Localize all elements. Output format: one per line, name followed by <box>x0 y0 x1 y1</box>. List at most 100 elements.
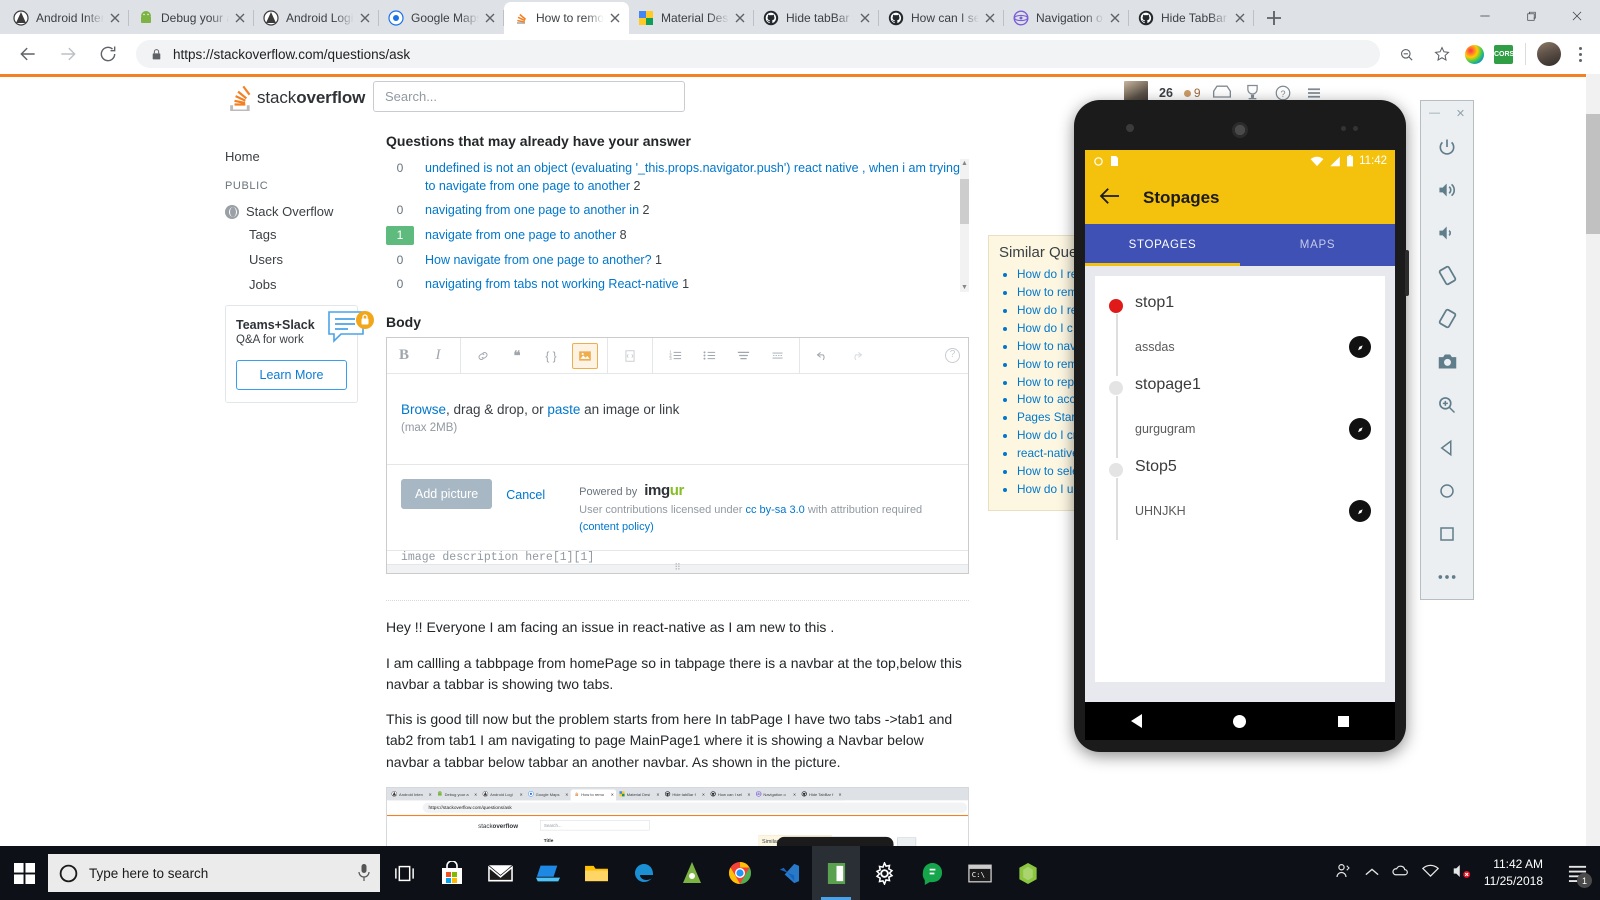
scroll-down-arrow[interactable]: ▼ <box>960 283 969 292</box>
device-screen[interactable]: 11:42 Stopages STOPAGES MAPS stop1 <box>1085 150 1395 702</box>
heading-icon[interactable] <box>730 343 756 369</box>
duplicate-question-link[interactable]: undefined is not an object (evaluating '… <box>425 159 969 195</box>
paste-link[interactable]: paste <box>547 402 580 417</box>
color-picker-extension-icon[interactable] <box>1465 45 1484 64</box>
overview-icon[interactable] <box>1420 512 1474 555</box>
tab-maps[interactable]: MAPS <box>1240 224 1395 266</box>
learn-more-button[interactable]: Learn More <box>236 360 347 390</box>
close-window-button[interactable] <box>1554 0 1600 32</box>
back-triangle-icon[interactable] <box>1131 714 1142 728</box>
network-icon[interactable] <box>1422 864 1439 883</box>
search-input[interactable]: Type here to search <box>48 854 380 892</box>
add-picture-button[interactable]: Add picture <box>401 479 492 509</box>
volume-up-icon[interactable] <box>1420 168 1474 211</box>
stackoverflow-logo[interactable]: stackoverflow <box>229 85 365 111</box>
browser-tab[interactable]: Android Inten <box>4 2 129 34</box>
rotate-left-icon[interactable] <box>1420 254 1474 297</box>
sidebar-item-stackoverflow[interactable]: Stack Overflow <box>225 196 375 219</box>
blockquote-icon[interactable]: ❝ <box>504 343 530 369</box>
duplicate-question-row[interactable]: 0How navigate from one page to another? … <box>386 251 969 269</box>
address-bar[interactable]: https://stackoverflow.com/questions/ask <box>136 40 1380 68</box>
license-link[interactable]: cc by-sa 3.0 <box>745 504 804 516</box>
new-tab-button[interactable] <box>1260 4 1288 32</box>
android-studio-icon[interactable] <box>668 846 716 900</box>
volume-down-icon[interactable] <box>1420 211 1474 254</box>
edge-icon[interactable] <box>620 846 668 900</box>
browser-tab[interactable]: How to remo <box>504 2 629 34</box>
browser-tab[interactable]: Android Logi <box>254 2 379 34</box>
scroll-up-arrow[interactable]: ▲ <box>960 159 969 168</box>
sidebar-item-jobs[interactable]: Jobs <box>225 269 375 294</box>
close-tab-button[interactable] <box>857 10 873 26</box>
screenshot-camera-icon[interactable] <box>1420 340 1474 383</box>
settings-icon[interactable] <box>860 846 908 900</box>
close-tab-button[interactable] <box>1107 10 1123 26</box>
stop-item[interactable]: stop1 assdas <box>1109 294 1371 376</box>
duplicate-question-link[interactable]: navigating from one page to another in 2 <box>425 201 969 219</box>
browser-tab[interactable]: Material Desi <box>629 2 754 34</box>
stop-item[interactable]: Stop5 UHNJKH <box>1109 458 1371 540</box>
bookmark-star-icon[interactable] <box>1429 41 1455 67</box>
duplicate-question-row[interactable]: 0navigating from one page to another in … <box>386 201 969 219</box>
image-dropzone[interactable]: Browse, drag & drop, or paste an image o… <box>387 374 968 464</box>
remote-desktop-icon[interactable] <box>524 846 572 900</box>
bold-icon[interactable]: B <box>391 343 417 369</box>
browser-tab[interactable]: Google Maps <box>379 2 504 34</box>
close-tab-button[interactable] <box>232 10 248 26</box>
search-input[interactable]: Search... <box>373 81 685 112</box>
preview-screenshot-image[interactable]: Android Inten✕Debug your a✕Android Logi✕… <box>386 787 969 846</box>
close-tab-button[interactable] <box>732 10 748 26</box>
editor-resize-handle[interactable] <box>387 564 968 573</box>
browser-tab[interactable]: Navigation o <box>1004 2 1129 34</box>
home-circle-icon[interactable] <box>1233 715 1246 728</box>
browse-link[interactable]: Browse <box>401 402 446 417</box>
taskbar-clock[interactable]: 11:42 AM 11/25/2018 <box>1484 856 1547 891</box>
bullet-list-icon[interactable] <box>696 343 722 369</box>
foxit-icon[interactable] <box>908 846 956 900</box>
close-tab-button[interactable] <box>607 10 623 26</box>
help-circle-icon[interactable]: ? <box>945 348 960 363</box>
action-center-button[interactable]: 1 <box>1560 846 1594 900</box>
italic-icon[interactable]: I <box>425 343 451 369</box>
close-tab-button[interactable] <box>107 10 123 26</box>
back-icon[interactable] <box>1420 426 1474 469</box>
forward-arrow-icon[interactable] <box>54 40 82 68</box>
page-scrollbar[interactable] <box>1586 74 1600 846</box>
vs-code-icon[interactable] <box>764 846 812 900</box>
volume-muted-icon[interactable] <box>1452 863 1471 884</box>
command-prompt-icon[interactable]: C:\ <box>956 846 1004 900</box>
people-icon[interactable] <box>1334 862 1352 885</box>
power-icon[interactable] <box>1420 125 1474 168</box>
back-arrow-icon[interactable] <box>14 40 42 68</box>
page-scrollbar-thumb[interactable] <box>1586 114 1600 234</box>
chrome-icon[interactable] <box>716 846 764 900</box>
duplicate-question-link[interactable]: How navigate from one page to another? 1 <box>425 251 969 269</box>
windows-start-icon[interactable] <box>0 846 48 900</box>
microsoft-store-icon[interactable] <box>428 846 476 900</box>
close-tab-button[interactable] <box>982 10 998 26</box>
image-icon[interactable] <box>572 343 598 369</box>
horizontal-rule-icon[interactable] <box>764 343 790 369</box>
scrollbar-thumb[interactable] <box>960 179 969 224</box>
show-hidden-icons-icon[interactable] <box>1365 864 1379 882</box>
more-icon[interactable] <box>1420 555 1474 598</box>
reload-icon[interactable] <box>94 40 122 68</box>
cancel-button[interactable]: Cancel <box>506 479 545 502</box>
sidebar-item-tags[interactable]: Tags <box>225 219 375 244</box>
minimize-icon[interactable]: — <box>1429 107 1440 119</box>
tab-stopages[interactable]: STOPAGES <box>1085 224 1240 266</box>
home-icon[interactable] <box>1420 469 1474 512</box>
chrome-menu-icon[interactable] <box>1568 41 1592 67</box>
cors-extension-icon[interactable]: CORS <box>1494 45 1513 64</box>
duplicate-question-row[interactable]: 1navigate from one page to another 8 <box>386 226 969 245</box>
browser-tab[interactable]: How can I sel <box>879 2 1004 34</box>
browser-tab[interactable]: Hide TabBar f <box>1129 2 1254 34</box>
stop-item[interactable]: stopage1 gurgugram <box>1109 376 1371 458</box>
browser-tab[interactable]: Debug your a <box>129 2 254 34</box>
node-icon[interactable] <box>1004 846 1052 900</box>
minimize-window-button[interactable] <box>1462 0 1508 32</box>
code-icon[interactable]: { } <box>538 343 564 369</box>
onedrive-icon[interactable] <box>1392 863 1409 883</box>
numbered-list-icon[interactable]: 123 <box>662 343 688 369</box>
sidebar-item-users[interactable]: Users <box>225 244 375 269</box>
